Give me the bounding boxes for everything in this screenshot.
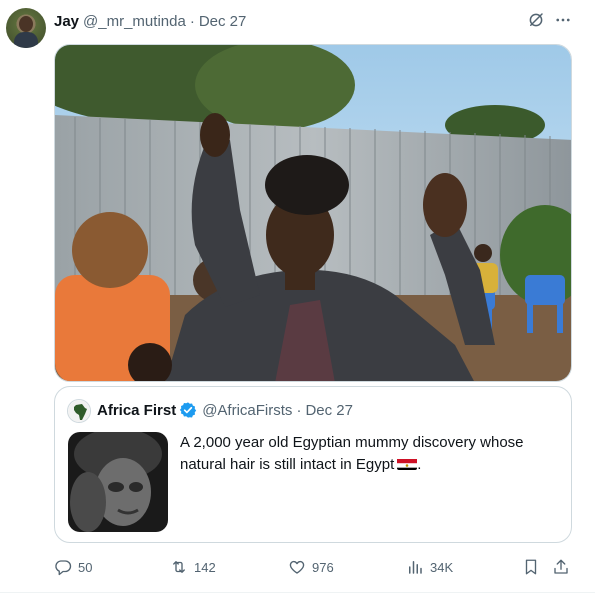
photo-scene — [55, 45, 571, 381]
egypt-flag-icon — [397, 457, 418, 470]
repost-button[interactable]: 142 — [170, 555, 216, 579]
analytics-icon — [409, 561, 422, 574]
action-bar: 50 142 976 34K — [54, 555, 574, 579]
quoted-avatar[interactable] — [67, 399, 91, 423]
like-button[interactable]: 976 — [288, 555, 334, 579]
quoted-separator: · — [296, 401, 302, 419]
quoted-text-body: A 2,000 year old Egyptian mummy discover… — [180, 434, 524, 473]
quoted-text: A 2,000 year old Egyptian mummy discover… — [180, 432, 560, 476]
verified-badge-icon — [180, 402, 197, 418]
tweet: Jay @_mr_mutinda · Dec 27 Africa First @… — [0, 0, 595, 597]
quoted-date[interactable]: Dec 27 — [305, 402, 353, 419]
quoted-text-suffix: . — [417, 456, 422, 473]
reply-icon — [55, 560, 72, 576]
more-options-icon[interactable] — [554, 11, 572, 29]
repost-count: 142 — [194, 559, 216, 575]
author-handle[interactable]: @_mr_mutinda — [83, 13, 186, 30]
quoted-handle[interactable]: @AfricaFirsts — [202, 402, 292, 419]
views-button[interactable]: 34K — [406, 555, 453, 579]
reply-count: 50 — [78, 559, 93, 575]
bookmark-button[interactable] — [522, 555, 546, 579]
tweet-date[interactable]: Dec 27 — [199, 13, 247, 30]
share-button[interactable] — [552, 555, 576, 579]
tweet-divider — [0, 592, 595, 593]
share-icon — [554, 559, 568, 574]
mummy-image — [68, 432, 168, 532]
quoted-header: Africa First @AfricaFirsts · Dec 27 — [97, 401, 353, 419]
grok-icon[interactable] — [527, 11, 545, 29]
quoted-tweet[interactable]: Africa First @AfricaFirsts · Dec 27 A 2,… — [54, 386, 572, 543]
repost-icon — [173, 561, 185, 573]
tweet-photo[interactable] — [54, 44, 572, 382]
tweet-header: Jay @_mr_mutinda · Dec 27 — [54, 11, 246, 31]
africa-map-icon — [68, 400, 90, 422]
author-name[interactable]: Jay — [54, 13, 79, 30]
reply-button[interactable]: 50 — [54, 555, 92, 579]
bookmark-icon — [525, 559, 537, 575]
avatar-face — [19, 16, 33, 32]
quoted-name[interactable]: Africa First — [97, 402, 176, 419]
avatar-body — [14, 32, 38, 48]
like-count: 976 — [312, 559, 334, 575]
heart-icon — [289, 560, 305, 574]
header-separator: · — [189, 12, 195, 30]
quoted-thumbnail[interactable] — [68, 432, 168, 532]
views-count: 34K — [430, 559, 454, 575]
author-avatar[interactable] — [6, 8, 46, 48]
